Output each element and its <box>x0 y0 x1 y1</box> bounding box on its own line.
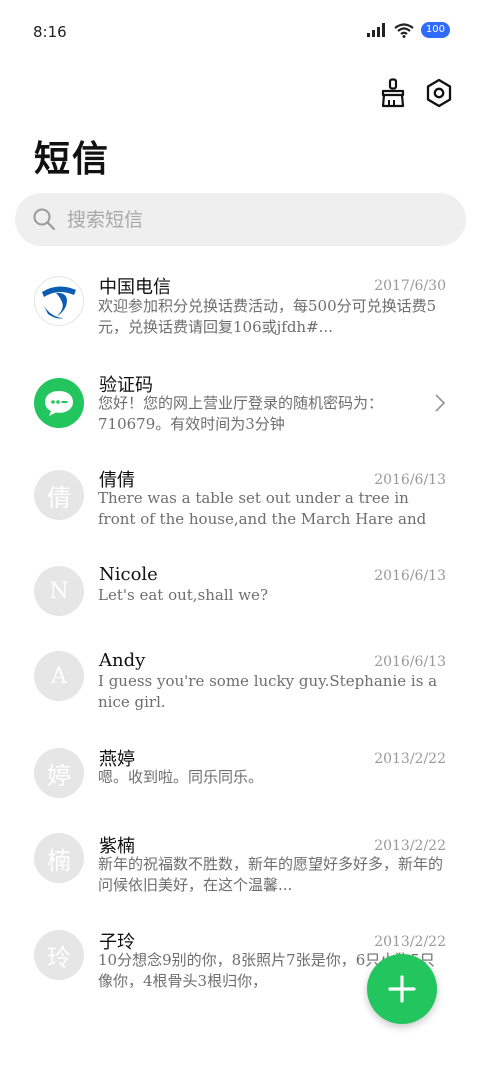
thread-row[interactable]: N Nicole 2016/6/13 Let's eat out,shall w… <box>0 563 480 633</box>
thread-row[interactable]: 验证码 您好！您的网上营业厅登录的随机密码为：710679。有效时间为3分钟 <box>0 370 480 450</box>
chevron-right-icon[interactable] <box>434 393 446 413</box>
thread-preview: 新年的祝福数不胜数，新年的愿望好多好多，新年的问候依旧美好，在这个温馨... <box>98 855 444 894</box>
thread-date: 2016/6/13 <box>374 568 446 584</box>
avatar: 楠 <box>34 833 84 883</box>
new-message-button[interactable] <box>367 954 437 1024</box>
avatar: N <box>34 566 84 616</box>
thread-name: Andy <box>99 650 146 671</box>
thread-name: Nicole <box>99 564 158 585</box>
thread-date: 2013/2/22 <box>374 838 446 854</box>
status-time: 8:16 <box>33 23 67 41</box>
search-input[interactable] <box>67 203 447 236</box>
avatar: 倩 <box>34 470 84 520</box>
thread-row[interactable]: 楠 紫楠 2013/2/22 新年的祝福数不胜数，新年的愿望好多好多，新年的问候… <box>0 832 480 912</box>
thread-preview: 欢迎参加积分兑换话费活动，每500分可兑换话费5元，兑换话费请回复106或jfd… <box>98 297 437 336</box>
thread-preview: Let's eat out,shall we? <box>98 586 268 604</box>
clean-brush-icon[interactable] <box>378 76 408 110</box>
plus-icon <box>388 975 416 1003</box>
thread-preview: There was a table set out under a tree i… <box>98 489 427 528</box>
avatar: 婷 <box>34 748 84 798</box>
page-title: 短信 <box>34 138 111 180</box>
thread-date: 2013/2/22 <box>374 751 446 767</box>
toolbar <box>378 76 454 110</box>
search-icon <box>33 208 56 231</box>
thread-date: 2017/6/30 <box>374 278 446 294</box>
thread-row[interactable]: 婷 燕婷 2013/2/22 嗯。收到啦。同乐同乐。 <box>0 745 480 815</box>
settings-hex-icon[interactable] <box>424 76 454 110</box>
thread-preview: 嗯。收到啦。同乐同乐。 <box>98 768 264 786</box>
status-bar: 8:16 100 <box>0 0 480 60</box>
message-bubble-icon <box>34 378 84 428</box>
wifi-icon <box>394 22 414 38</box>
thread-row[interactable]: A Andy 2016/6/13 I guess you're some luc… <box>0 649 480 729</box>
status-icons: 100 <box>366 22 450 38</box>
battery-icon: 100 <box>420 22 450 38</box>
china-telecom-logo <box>34 276 84 326</box>
thread-preview: I guess you're some lucky guy.Stephanie … <box>98 672 438 711</box>
thread-date: 2016/6/13 <box>374 654 446 670</box>
signal-icon <box>366 23 385 37</box>
thread-preview: 您好！您的网上营业厅登录的随机密码为：710679。有效时间为3分钟 <box>98 394 384 433</box>
thread-date: 2016/6/13 <box>374 472 446 488</box>
avatar: 玲 <box>34 930 84 980</box>
thread-row[interactable]: 倩 倩倩 2016/6/13 There was a table set out… <box>0 466 480 546</box>
thread-date: 2013/2/22 <box>374 934 446 950</box>
thread-row[interactable]: 中国电信 2017/6/30 欢迎参加积分兑换话费活动，每500分可兑换话费5元… <box>0 270 480 360</box>
avatar: A <box>34 651 84 701</box>
search-bar[interactable] <box>15 193 466 246</box>
